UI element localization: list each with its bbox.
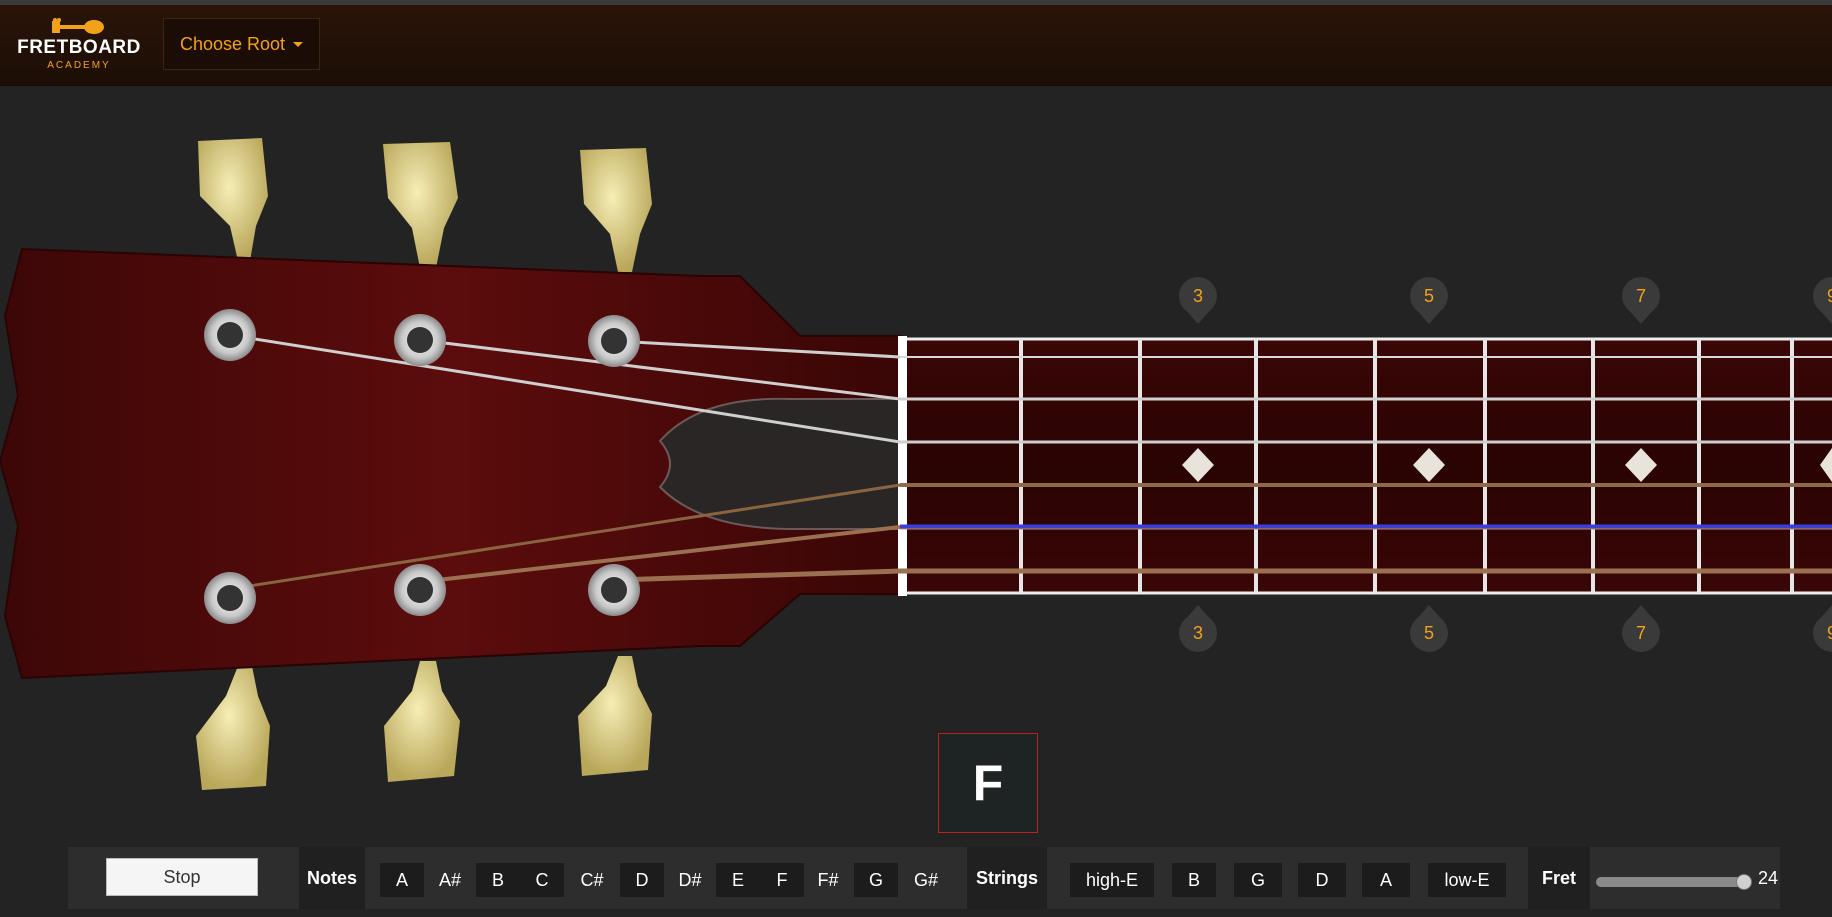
nut	[898, 336, 907, 596]
note-toggle-e[interactable]: E	[716, 863, 760, 897]
guitar-stage: 3 5 7 9 3 5 7 9	[0, 86, 1832, 846]
guitar-neck-view	[0, 138, 1832, 790]
control-bar: Stop Notes A A# B C C# D D# E F F# G G# …	[68, 847, 1780, 909]
caret-down-icon	[293, 41, 304, 47]
notes-label: Notes	[299, 847, 365, 909]
fret-slider-thumb[interactable]	[1736, 874, 1752, 890]
fret-marker-top-3: 3	[1192, 286, 1203, 306]
tuner-pegs-bottom	[196, 656, 652, 790]
note-toggle-a-sharp[interactable]: A#	[430, 863, 470, 897]
fret-slider-track[interactable]	[1596, 877, 1744, 887]
fret-marker-bottom-3: 3	[1192, 623, 1203, 643]
truss-rod-cover	[658, 397, 901, 530]
note-toggle-d[interactable]: D	[620, 863, 664, 897]
guitar-logo-icon	[52, 18, 104, 34]
note-toggle-f-sharp[interactable]: F#	[808, 863, 848, 897]
logo-text: FRETBOARD	[17, 37, 141, 58]
string-toggle-a[interactable]: A	[1362, 863, 1410, 897]
note-toggle-d-sharp[interactable]: D#	[668, 863, 712, 897]
fret-marker-pins-top	[1179, 277, 1832, 324]
tuner-pegs-top	[198, 138, 652, 272]
fret-marker-bottom-5: 5	[1423, 623, 1434, 643]
fret-marker-top-9: 9	[1826, 286, 1832, 306]
stop-button[interactable]: Stop	[106, 858, 258, 896]
app-logo[interactable]: FRETBOARD ACADEMY	[14, 17, 144, 79]
strings-label: Strings	[967, 847, 1047, 909]
string-toggle-g[interactable]: G	[1234, 863, 1282, 897]
fret-marker-bottom-7: 7	[1635, 623, 1646, 643]
choose-root-dropdown[interactable]: Choose Root	[163, 18, 320, 70]
string-toggle-low-e[interactable]: low-E	[1428, 863, 1506, 897]
note-toggle-g[interactable]: G	[854, 863, 898, 897]
fret-marker-pins-bottom	[1179, 605, 1832, 652]
note-toggle-c-sharp[interactable]: C#	[570, 863, 614, 897]
fret-value: 24	[1758, 868, 1779, 888]
string-toggle-d[interactable]: D	[1298, 863, 1346, 897]
string-toggle-high-e[interactable]: high-E	[1070, 863, 1154, 897]
note-toggle-g-sharp[interactable]: G#	[904, 863, 948, 897]
note-toggle-c[interactable]: C	[520, 863, 564, 897]
logo-subtext: ACADEMY	[47, 60, 111, 71]
fret-marker-top-5: 5	[1423, 286, 1434, 306]
fretboard	[900, 339, 1832, 593]
fret-marker-top-7: 7	[1635, 286, 1646, 306]
note-toggle-f[interactable]: F	[760, 863, 804, 897]
note-toggle-a[interactable]: A	[380, 863, 424, 897]
current-note-display: F	[938, 733, 1038, 833]
header-bar: FRETBOARD ACADEMY Choose Root	[0, 5, 1832, 86]
choose-root-label: Choose Root	[179, 33, 286, 54]
note-toggle-b[interactable]: B	[476, 863, 520, 897]
string-toggle-b[interactable]: B	[1172, 863, 1216, 897]
fret-marker-bottom-9: 9	[1826, 623, 1832, 643]
fret-label: Fret	[1528, 847, 1590, 909]
